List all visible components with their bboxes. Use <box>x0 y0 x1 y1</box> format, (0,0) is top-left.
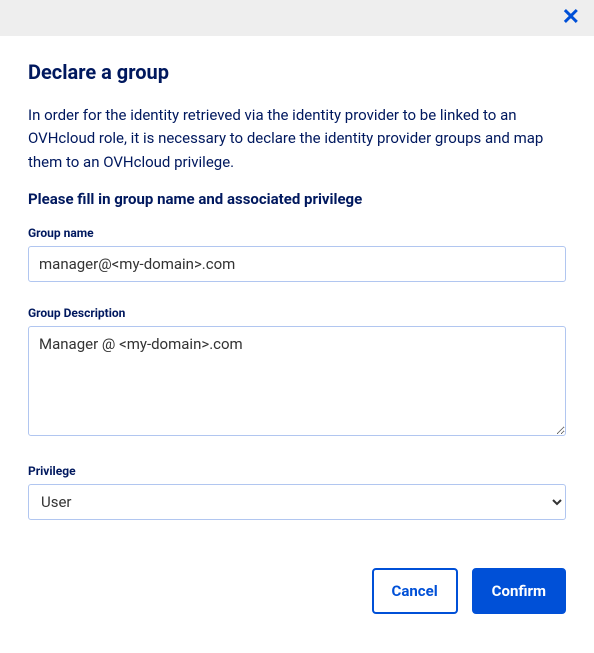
group-description-label: Group Description <box>28 306 566 320</box>
privilege-select[interactable]: User <box>28 484 566 520</box>
confirm-button[interactable]: Confirm <box>472 568 566 614</box>
privilege-field: Privilege User <box>28 464 566 520</box>
dialog-intro-text: In order for the identity retrieved via … <box>28 104 566 174</box>
dialog-title: Declare a group <box>28 60 566 84</box>
privilege-label: Privilege <box>28 464 566 478</box>
group-description-input[interactable]: Manager @ <my-domain>.com <box>28 326 566 436</box>
group-name-label: Group name <box>28 226 566 240</box>
dialog-header-bar: ✕ <box>0 0 594 36</box>
dialog-subtitle: Please fill in group name and associated… <box>28 190 566 208</box>
group-name-input[interactable] <box>28 246 566 282</box>
close-icon[interactable]: ✕ <box>558 3 584 33</box>
group-name-field: Group name <box>28 226 566 282</box>
cancel-button[interactable]: Cancel <box>372 568 458 614</box>
dialog-content: Declare a group In order for the identit… <box>0 36 594 634</box>
dialog-button-row: Cancel Confirm <box>28 568 566 614</box>
group-description-field: Group Description Manager @ <my-domain>.… <box>28 306 566 440</box>
